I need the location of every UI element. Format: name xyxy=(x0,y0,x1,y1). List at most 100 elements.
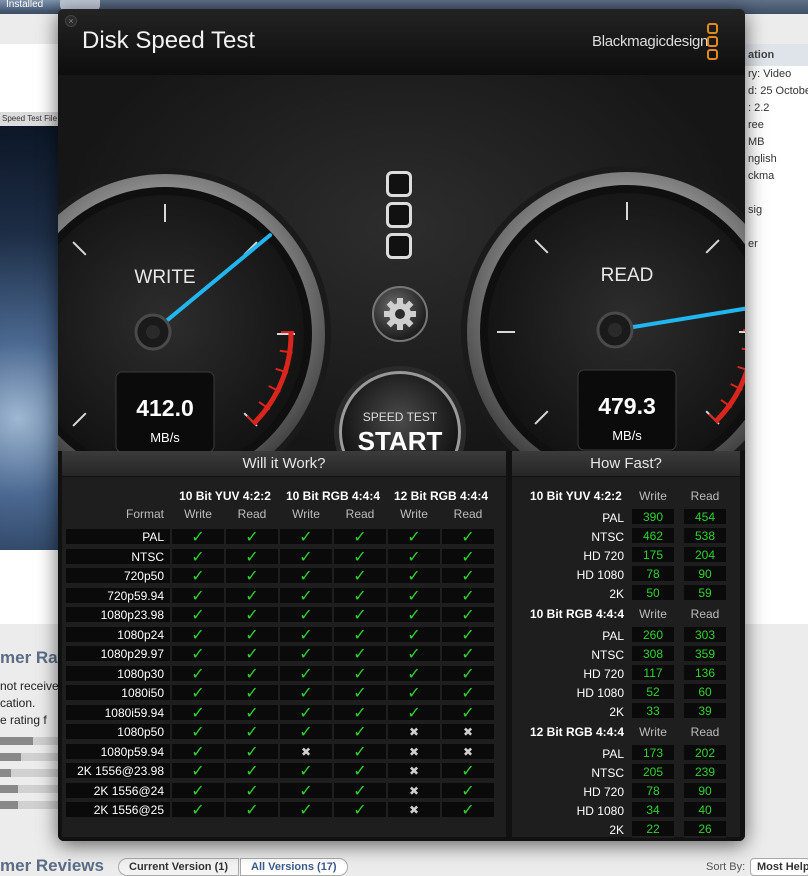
screenshot-caption: Speed Test xyxy=(2,114,42,123)
check-icon: ✓ xyxy=(226,529,278,546)
check-icon: ✓ xyxy=(442,802,494,819)
current-version-tab[interactable]: Current Version (1) xyxy=(118,858,240,876)
check-icon: ✓ xyxy=(226,548,278,566)
column-subheader: Read xyxy=(453,507,483,521)
check-icon: ✓ xyxy=(442,646,494,663)
brand-logo-icon xyxy=(707,23,719,62)
resolution-label: 2K xyxy=(609,705,624,719)
cross-icon: ✖ xyxy=(388,743,440,761)
check-icon: ✓ xyxy=(334,802,386,819)
resolution-label: PAL xyxy=(602,511,624,525)
sort-by-label: Sort By: xyxy=(706,861,746,873)
check-icon: ✓ xyxy=(172,763,224,780)
check-icon: ✓ xyxy=(442,665,494,683)
write-speed-value: 78 xyxy=(632,783,674,800)
read-speed-value: 59 xyxy=(684,585,726,602)
check-icon: ✓ xyxy=(172,743,224,761)
read-speed-value: 359 xyxy=(684,646,726,663)
read-speed-value: 538 xyxy=(684,528,726,545)
write-speed-value: 260 xyxy=(632,627,674,644)
close-button[interactable]: × xyxy=(65,15,77,27)
rating-bar xyxy=(0,737,60,745)
check-icon: ✓ xyxy=(442,568,494,585)
write-speed-value: 173 xyxy=(632,745,674,762)
write-speed-value: 205 xyxy=(632,764,674,781)
check-icon: ✓ xyxy=(172,782,224,800)
information-line: d: 25 October xyxy=(748,85,808,97)
cross-icon: ✖ xyxy=(388,724,440,741)
read-speed-value: 90 xyxy=(684,566,726,583)
check-icon: ✓ xyxy=(280,548,332,566)
check-icon: ✓ xyxy=(172,587,224,605)
resolution-label: NTSC xyxy=(591,766,624,780)
all-versions-tab[interactable]: All Versions (17) xyxy=(240,858,348,876)
check-icon: ✓ xyxy=(226,587,278,605)
resolution-label: HD 720 xyxy=(583,549,624,563)
check-icon: ✓ xyxy=(442,607,494,624)
read-speed-value: 26 xyxy=(684,821,726,838)
will-it-work-table: 10 Bit YUV 4:2:2 Write Read 10 Bit RGB 4:4:… xyxy=(62,477,506,837)
format-label: 1080i59.94 xyxy=(104,705,164,720)
column-subheader: Write xyxy=(184,507,212,521)
format-label: 1080i50 xyxy=(121,686,164,700)
reviews-title: mer Reviews xyxy=(0,856,104,875)
check-icon: ✓ xyxy=(334,529,386,546)
check-icon: ✓ xyxy=(226,743,278,761)
rating-bar-fill xyxy=(0,785,18,793)
check-icon: ✓ xyxy=(334,626,386,644)
check-icon: ✓ xyxy=(172,548,224,566)
format-label: 1080p59.94 xyxy=(100,744,164,759)
ratings-line: cation. xyxy=(0,696,36,710)
gear-icon xyxy=(384,298,416,330)
ratings-section: mer Rati not receive cation. e rating f xyxy=(0,648,69,817)
check-icon: ✓ xyxy=(442,685,494,702)
cross-icon: ✖ xyxy=(388,782,440,800)
sort-by-select[interactable]: Most Help xyxy=(750,858,808,876)
installed-tab[interactable]: Installed xyxy=(0,0,60,10)
screenshot-caption-2: File xyxy=(44,114,58,123)
resolution-label: HD 1080 xyxy=(576,568,624,582)
settings-button[interactable] xyxy=(372,286,428,342)
check-icon: ✓ xyxy=(172,685,224,702)
speed-group-title: 12 Bit RGB 4:4:4 xyxy=(530,725,625,739)
column-subheader: Write xyxy=(400,507,428,521)
speed-readout-value: 412.0 xyxy=(136,395,194,421)
speed-readout-value: 479.3 xyxy=(598,393,656,419)
gauge-area: WRITE 412.0 MB/s READ 479.3 MB/s SPEED T… xyxy=(58,75,745,500)
check-icon: ✓ xyxy=(280,685,332,702)
write-speed-value: 52 xyxy=(632,684,674,701)
check-icon: ✓ xyxy=(226,763,278,780)
title-bar: × Disk Speed Test Blackmagicdesign xyxy=(58,9,745,75)
check-icon: ✓ xyxy=(226,802,278,819)
check-icon: ✓ xyxy=(280,587,332,605)
reviews-bar: mer Reviews Current Version (1) All Vers… xyxy=(0,852,808,876)
check-icon: ✓ xyxy=(388,587,440,605)
how-fast-table: 10 Bit YUV 4:2:2 Write Read PAL 390 454 NTSC 46… xyxy=(512,477,740,838)
information-line: er xyxy=(748,238,758,250)
resolution-label: PAL xyxy=(602,747,624,761)
cross-icon: ✖ xyxy=(388,763,440,780)
check-icon: ✓ xyxy=(334,568,386,585)
blackmagic-logo-icon xyxy=(386,171,414,264)
brand-name: Blackmagicdesign xyxy=(592,33,709,50)
read-speed-value: 40 xyxy=(684,802,726,819)
check-icon: ✓ xyxy=(388,665,440,683)
rating-bar xyxy=(0,785,60,793)
ratings-line: not receive xyxy=(0,679,59,693)
check-icon: ✓ xyxy=(172,626,224,644)
check-icon: ✓ xyxy=(226,704,278,722)
check-icon: ✓ xyxy=(172,607,224,624)
speed-group-title: 10 Bit RGB 4:4:4 xyxy=(530,607,625,621)
check-icon: ✓ xyxy=(442,587,494,605)
format-label: NTSC xyxy=(131,549,164,564)
check-icon: ✓ xyxy=(280,568,332,585)
ratings-title: mer Rati xyxy=(0,648,69,667)
read-speed-value: 90 xyxy=(684,783,726,800)
column-subheader: Read xyxy=(690,725,720,739)
column-subheader: Read xyxy=(690,607,720,621)
column-subheader: Write xyxy=(639,489,667,503)
write-speed-value: 390 xyxy=(632,509,674,526)
format-group-title: 12 Bit RGB 4:4:4 xyxy=(393,489,489,503)
app-screenshot-thumbnail[interactable] xyxy=(0,112,58,550)
check-icon: ✓ xyxy=(442,626,494,644)
